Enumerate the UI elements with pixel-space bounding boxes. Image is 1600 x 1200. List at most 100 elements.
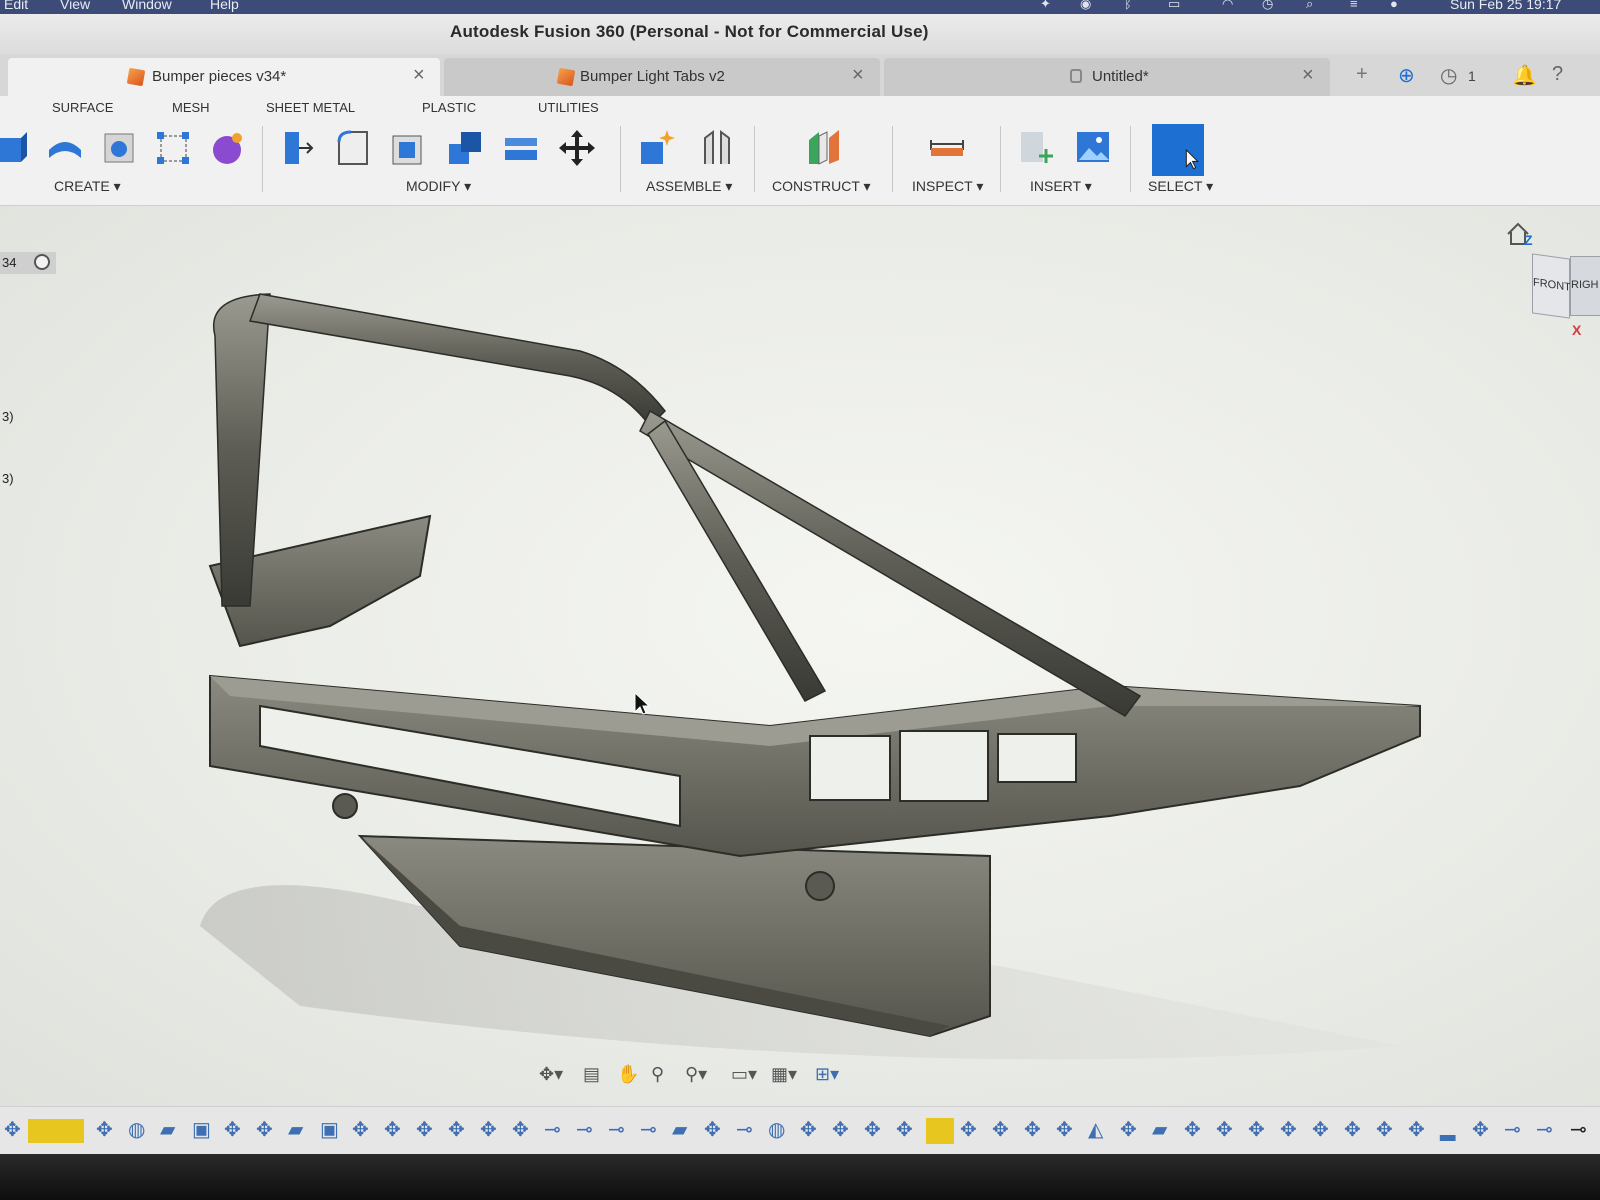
timeline-feature-icon[interactable]: ✥ [4,1117,21,1142]
battery-icon[interactable]: ▭ [1168,0,1180,12]
timeline-feature-icon[interactable]: ✥ [1344,1117,1361,1142]
timeline-feature-icon[interactable]: ✥ [256,1117,273,1142]
bluetooth-icon[interactable]: ᛒ [1124,0,1132,11]
timeline-selected-features[interactable] [28,1119,84,1143]
timeline-feature-icon[interactable]: ✥ [1376,1117,1393,1142]
timeline-feature-icon[interactable]: ✥ [1408,1117,1425,1142]
bumper-3d-model[interactable] [0,206,1600,1106]
timeline-feature-icon[interactable]: ⊸ [736,1117,753,1142]
timeline-feature-icon[interactable]: ✥ [1024,1117,1041,1142]
siri-icon[interactable]: ● [1390,0,1398,11]
timeline-feature-icon[interactable]: ✥ [704,1117,721,1142]
timeline-feature-icon[interactable]: ✥ [1248,1117,1265,1142]
move-icon[interactable] [556,128,598,168]
new-component-icon[interactable] [636,128,678,168]
close-icon[interactable]: × [413,64,425,87]
revolve-tool-icon[interactable] [44,128,86,168]
timeline-feature-icon[interactable]: ◍ [128,1117,145,1142]
timeline-feature-icon[interactable]: ✥ [384,1117,401,1142]
timeline-feature-icon[interactable]: ▣ [320,1117,339,1142]
tab-bumper-pieces[interactable]: Bumper pieces v34* × [8,58,440,96]
offset-plane-icon[interactable] [802,128,844,168]
timeline-feature-icon[interactable]: ✥ [512,1117,529,1142]
timeline-feature-icon[interactable]: ✥ [1184,1117,1201,1142]
fillet-icon[interactable] [332,128,374,168]
timeline-feature-icon[interactable]: ⊸ [1504,1117,1521,1142]
timeline-feature-icon[interactable]: ▰ [1152,1117,1167,1142]
timeline-feature-icon[interactable]: ✥ [1216,1117,1233,1142]
look-at-icon[interactable]: ▤ [583,1064,600,1085]
timeline-feature-icon[interactable]: ⊸ [608,1117,625,1142]
timeline-feature-icon[interactable]: ▣ [192,1117,211,1142]
workspace-tab-utilities[interactable]: UTILITIES [538,100,599,115]
shell-icon[interactable] [388,128,430,168]
insert-menu[interactable]: INSERT ▾ [1030,178,1092,195]
canvas-image-icon[interactable] [1072,128,1114,168]
offset-face-icon[interactable] [500,128,542,168]
timeline-feature-icon[interactable]: ⊸ [544,1117,561,1142]
combine-icon[interactable] [444,128,486,168]
timeline-feature-icon[interactable]: ✥ [1472,1117,1489,1142]
dropbox-icon[interactable]: ✦ [1040,0,1051,12]
timeline-feature-icon[interactable]: ⊸ [1536,1117,1553,1142]
view-cube-right[interactable]: RIGH [1570,256,1600,316]
timeline-feature-icon[interactable]: ✥ [352,1117,369,1142]
orbit-icon[interactable]: ✥▾ [539,1064,563,1085]
menu-window[interactable]: Window [122,0,172,12]
view-cube-front[interactable]: FRONT [1532,253,1571,319]
help-icon[interactable]: ? [1552,63,1563,86]
timeline-feature-icon[interactable]: ✥ [896,1117,913,1142]
grid-settings-icon[interactable]: ▦▾ [771,1064,797,1085]
viewports-icon[interactable]: ⊞▾ [815,1064,839,1085]
notifications-icon[interactable]: 🔔 [1512,63,1537,88]
timeline-feature-icon[interactable]: ✥ [832,1117,849,1142]
create-form-icon[interactable] [206,128,248,168]
extrude-tool-icon[interactable] [0,128,34,168]
pan-icon[interactable]: ✋ [617,1064,639,1085]
display-settings-icon[interactable]: ▭▾ [731,1064,757,1085]
timeline-feature-icon[interactable]: ✥ [96,1117,113,1142]
timeline-selected-feature[interactable] [926,1118,954,1144]
menu-edit[interactable]: Edit [4,0,28,12]
tab-untitled[interactable]: Untitled* × [884,58,1330,96]
job-status-icon[interactable]: ◷ [1440,63,1457,88]
timeline-feature-icon[interactable]: ▰ [288,1117,303,1142]
control-center-icon[interactable]: ≡ [1350,0,1358,11]
close-icon[interactable]: × [852,64,864,87]
select-menu[interactable]: SELECT ▾ [1148,178,1213,195]
timeline-feature-icon[interactable]: ▰ [672,1117,687,1142]
timeline-feature-icon[interactable]: ▂ [1440,1117,1455,1142]
workspace-tab-mesh[interactable]: MESH [172,100,210,115]
menu-help[interactable]: Help [210,0,239,12]
timeline-feature-icon[interactable]: ✥ [416,1117,433,1142]
timeline-feature-icon[interactable]: ▰ [160,1117,175,1142]
timeline-feature-icon[interactable]: ⊸ [640,1117,657,1142]
workspace-tab-surface[interactable]: SURFACE [52,100,113,115]
select-tool-icon[interactable] [1152,124,1204,176]
sweep-tool-icon[interactable] [98,128,140,168]
timeline-feature-icon[interactable]: ⊸ [576,1117,593,1142]
extensions-icon[interactable]: ⊕ [1398,63,1415,88]
new-tab-icon[interactable]: + [1356,63,1368,86]
joint-icon[interactable] [696,128,738,168]
viewport-canvas[interactable]: 34 3) 3) Z FRONT RIGH X [0,206,1600,1106]
airdrop-icon[interactable]: ◉ [1080,0,1091,12]
fit-icon[interactable]: ⚲▾ [685,1064,707,1085]
timeline-marker-icon[interactable]: ⊸ [1570,1117,1587,1142]
menu-view[interactable]: View [60,0,90,12]
timeline-feature-icon[interactable]: ◍ [768,1117,785,1142]
workspace-tab-sheet-metal[interactable]: SHEET METAL [266,100,355,115]
create-menu[interactable]: CREATE ▾ [54,178,121,195]
zoom-icon[interactable]: ⚲ [651,1064,664,1085]
timeline-feature-icon[interactable]: ✥ [1280,1117,1297,1142]
view-cube[interactable]: FRONT RIGH [1528,253,1600,322]
spotlight-icon[interactable]: ⌕ [1306,0,1313,12]
timeline-feature-icon[interactable]: ✥ [448,1117,465,1142]
workspace-tab-plastic[interactable]: PLASTIC [422,100,476,115]
timeline-feature-icon[interactable]: ✥ [800,1117,817,1142]
assemble-menu[interactable]: ASSEMBLE ▾ [646,178,732,195]
timeline-feature-icon[interactable]: ✥ [480,1117,497,1142]
inspect-menu[interactable]: INSPECT ▾ [912,178,983,195]
insert-derive-icon[interactable] [1016,128,1058,168]
timeline-feature-icon[interactable]: ✥ [864,1117,881,1142]
